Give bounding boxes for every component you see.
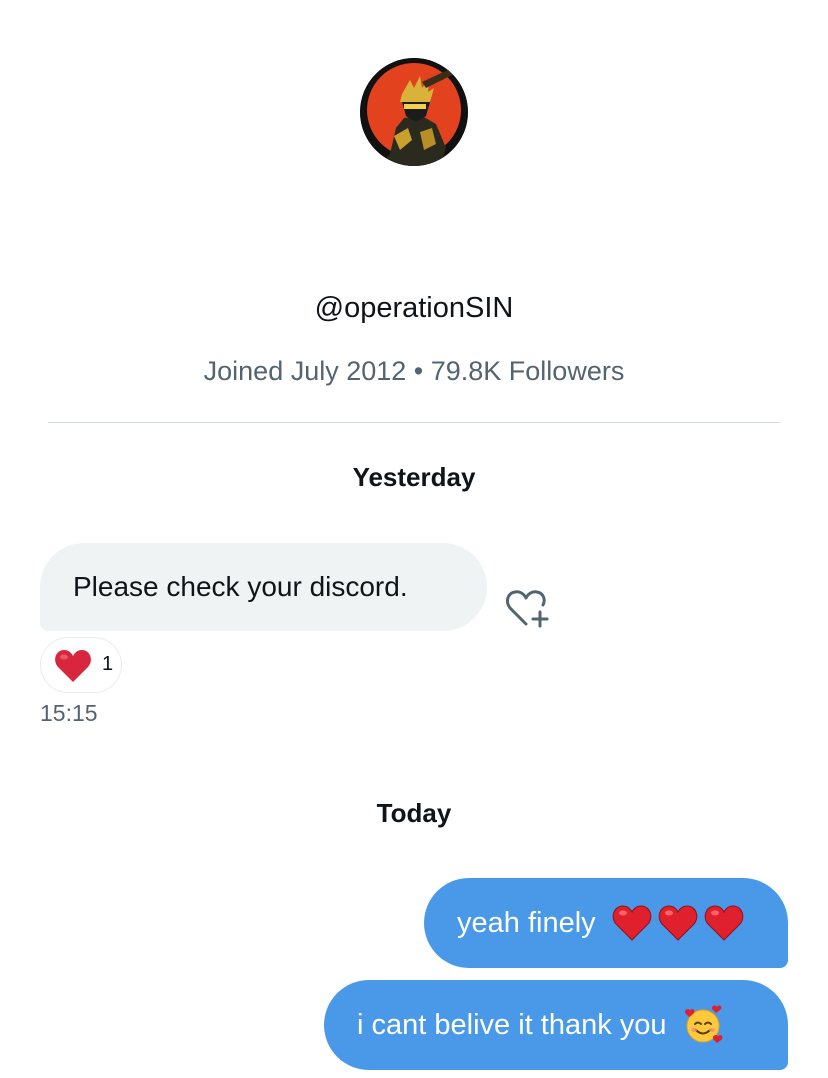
outgoing-message-text: yeah finely [457, 907, 596, 939]
reaction-count: 1 [102, 653, 114, 675]
date-separator-yesterday: Yesterday [352, 462, 476, 492]
red-heart-emoji-icon [704, 905, 743, 941]
reaction-pill[interactable]: 1 [40, 637, 122, 693]
red-heart-emoji-icon [612, 905, 651, 941]
outgoing-message-text: i cant belive it thank you [357, 1009, 667, 1041]
outgoing-message-bubble[interactable]: yeah finely [424, 878, 788, 968]
avatar[interactable] [360, 58, 468, 166]
date-separator-today: Today [376, 798, 452, 828]
info-icon[interactable] [744, 0, 784, 4]
profile-handle[interactable]: @operationSIN [0, 292, 828, 325]
incoming-message-text: Please check your discord. [73, 571, 408, 602]
incoming-message-bubble[interactable]: Please check your discord. [40, 543, 487, 631]
message-timestamp: 15:15 [40, 700, 98, 726]
add-reaction-icon[interactable] [502, 584, 552, 630]
red-heart-emoji-icon [658, 905, 697, 941]
smiling-face-with-hearts-emoji-icon [684, 1005, 722, 1043]
outgoing-message-bubble[interactable]: i cant belive it thank you [324, 980, 788, 1070]
divider [48, 422, 780, 423]
heart-reaction-icon [55, 650, 91, 682]
profile-meta: Joined July 2012 • 79.8K Followers [203, 356, 625, 386]
